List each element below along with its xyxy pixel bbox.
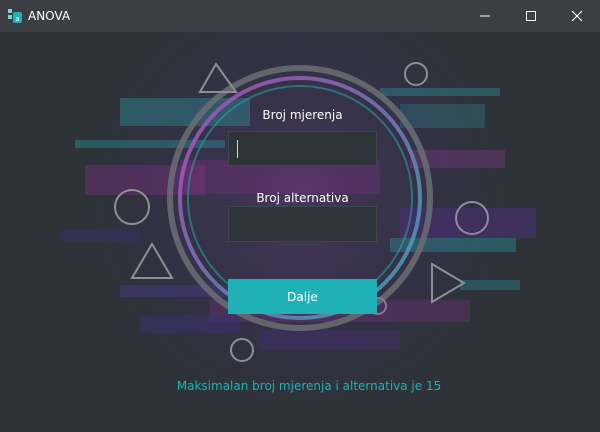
limit-note: Maksimalan broj mjerenja i alternativa j… [176,379,442,393]
next-button[interactable]: Dalje [228,279,377,314]
close-button[interactable] [554,0,600,32]
title-bar[interactable]: a ANOVA [0,0,600,32]
svg-text:a: a [15,15,19,23]
maximize-button[interactable] [508,0,554,32]
close-icon [571,10,583,22]
measurements-input[interactable] [228,131,377,166]
window-title: ANOVA [28,9,71,23]
app-icon: a [8,9,22,23]
alternatives-label: Broj alternativa [256,191,349,205]
alternatives-input[interactable] [228,206,377,242]
minimize-icon [480,15,490,17]
text-caret [237,140,238,158]
minimize-button[interactable] [462,0,508,32]
app-window: a ANOVA Broj mjerenja Broj alternativa D… [0,0,600,432]
measurements-label: Broj mjerenja [262,108,343,122]
maximize-icon [526,11,536,21]
